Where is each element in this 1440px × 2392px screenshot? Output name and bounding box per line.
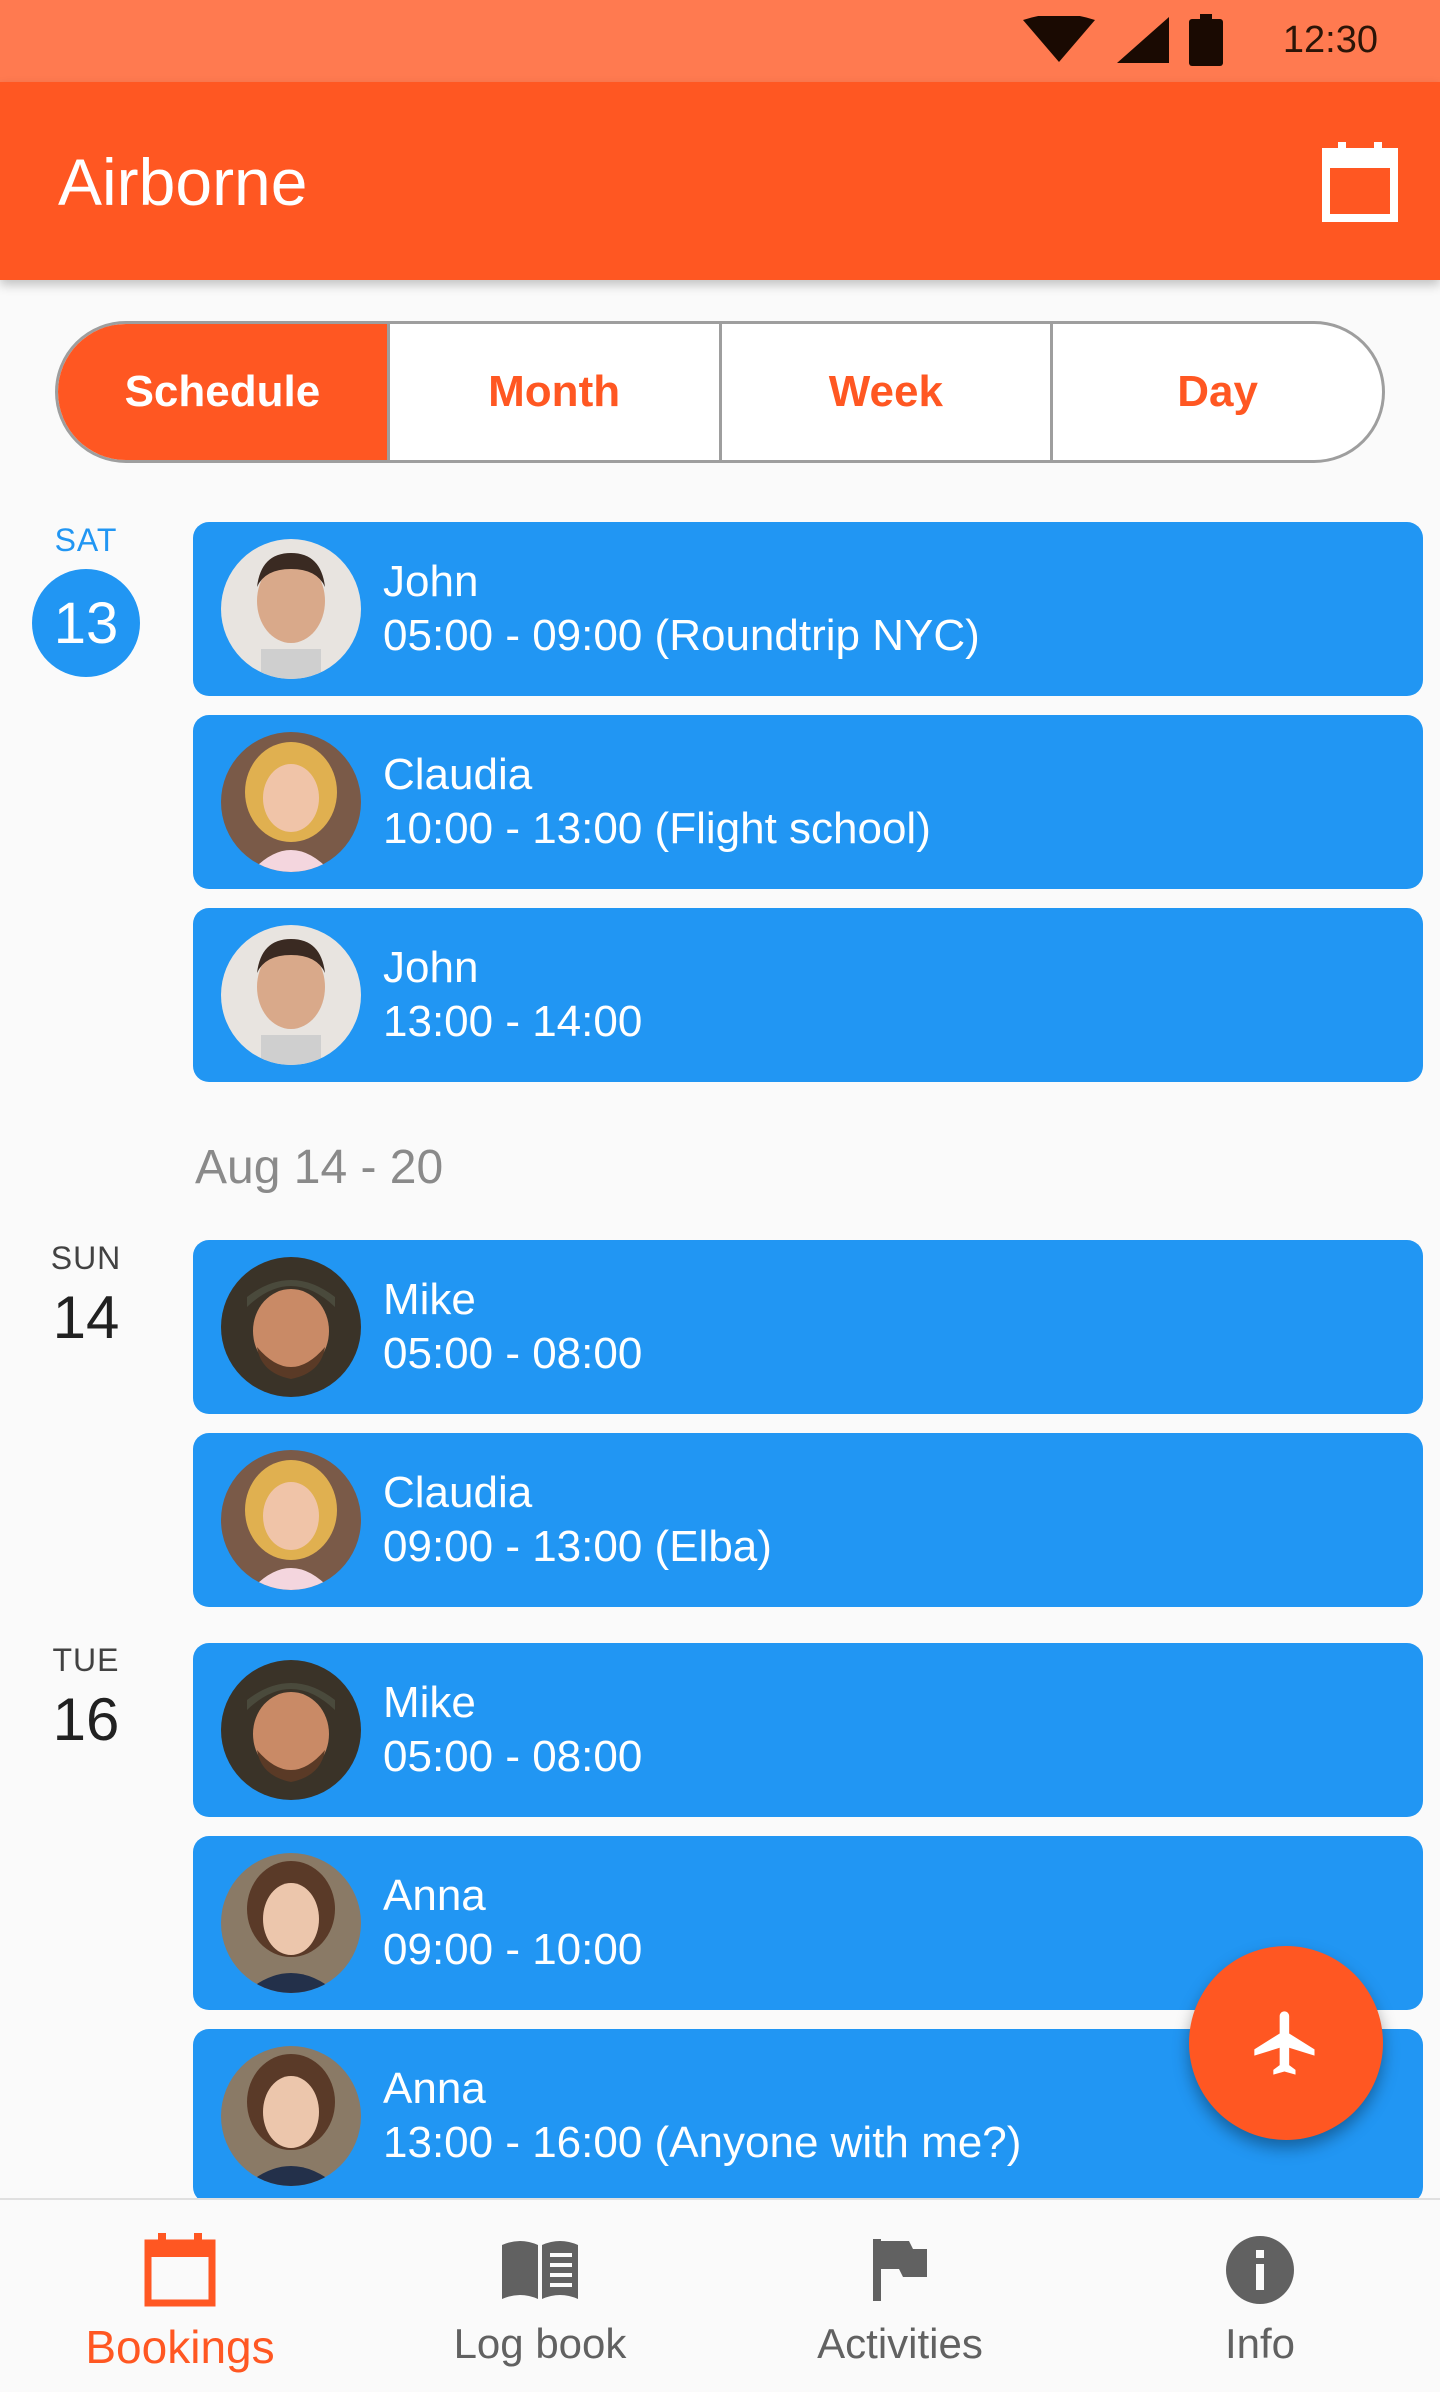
- today-circle: 13: [32, 569, 140, 677]
- event-person: Anna: [383, 2064, 486, 2113]
- event-text: Claudia 09:00 - 13:00 (Elba): [383, 1466, 772, 1574]
- avatar: [221, 1853, 361, 1993]
- flag-icon: [860, 2230, 940, 2310]
- event-person: Claudia: [383, 1468, 533, 1517]
- event-card[interactable]: Mike 05:00 - 08:00: [193, 1643, 1423, 1817]
- day-label-sat: SAT 13: [26, 522, 146, 677]
- event-card[interactable]: Claudia 10:00 - 13:00 (Flight school): [193, 715, 1423, 889]
- event-time: 13:00 - 14:00: [383, 997, 643, 1046]
- day-number: 16: [52, 1686, 120, 1753]
- event-time: 09:00 - 10:00: [383, 1925, 643, 1974]
- avatar: [221, 2046, 361, 2186]
- event-time: 09:00 - 13:00 (Elba): [383, 1522, 772, 1571]
- status-bar: 12:30: [0, 0, 1440, 82]
- event-person: Mike: [383, 1275, 476, 1324]
- avatar: [221, 539, 361, 679]
- event-time: 05:00 - 08:00: [383, 1329, 643, 1378]
- event-card[interactable]: John 05:00 - 09:00 (Roundtrip NYC): [193, 522, 1423, 696]
- event-text: John 13:00 - 14:00: [383, 941, 642, 1049]
- new-booking-fab[interactable]: [1189, 1946, 1383, 2140]
- nav-label: Activities: [817, 2320, 983, 2367]
- event-person: Anna: [383, 1871, 486, 1920]
- nav-bookings[interactable]: Bookings: [0, 2200, 360, 2392]
- event-text: Claudia 10:00 - 13:00 (Flight school): [383, 748, 931, 856]
- event-person: John: [383, 557, 479, 606]
- airplane-icon: [1254, 2011, 1315, 2075]
- event-time: 10:00 - 13:00 (Flight school): [383, 804, 931, 853]
- view-segmented-control: Schedule Month Week Day: [55, 321, 1385, 463]
- signal-icon: [1116, 17, 1169, 63]
- nav-log-book[interactable]: Log book: [360, 2200, 720, 2392]
- day-number: 14: [52, 1284, 120, 1351]
- event-person: Mike: [383, 1678, 476, 1727]
- avatar: [221, 1450, 361, 1590]
- info-icon: [1220, 2230, 1300, 2310]
- nav-label: Bookings: [85, 2321, 275, 2373]
- week-header: Aug 14 - 20: [195, 1141, 444, 1194]
- day-name: SAT: [54, 522, 118, 558]
- calendar-icon: [140, 2230, 220, 2310]
- avatar: [221, 1257, 361, 1397]
- segment-week[interactable]: Week: [718, 324, 1051, 460]
- event-time: 05:00 - 09:00 (Roundtrip NYC): [383, 611, 980, 660]
- segment-month[interactable]: Month: [386, 324, 719, 460]
- book-icon: [500, 2230, 580, 2310]
- app-bar: Airborne: [0, 82, 1440, 280]
- calendar-icon: [1322, 142, 1398, 222]
- status-time: 12:30: [1282, 18, 1378, 61]
- event-card[interactable]: Mike 05:00 - 08:00: [193, 1240, 1423, 1414]
- day-name: TUE: [52, 1642, 120, 1678]
- avatar: [221, 925, 361, 1065]
- event-person: Claudia: [383, 750, 533, 799]
- event-text: Anna 13:00 - 16:00 (Anyone with me?): [383, 2062, 1021, 2170]
- event-text: Anna 09:00 - 10:00: [383, 1869, 642, 1977]
- day-name: SUN: [50, 1240, 122, 1276]
- segment-day[interactable]: Day: [1050, 324, 1382, 460]
- app-title: Airborne: [58, 145, 308, 219]
- event-time: 05:00 - 08:00: [383, 1732, 643, 1781]
- status-icons: 12:30: [1021, 14, 1378, 66]
- event-text: John 05:00 - 09:00 (Roundtrip NYC): [383, 555, 980, 663]
- calendar-button[interactable]: [1318, 140, 1402, 224]
- event-card[interactable]: Claudia 09:00 - 13:00 (Elba): [193, 1433, 1423, 1607]
- event-person: John: [383, 943, 479, 992]
- battery-icon: [1188, 14, 1223, 66]
- avatar: [221, 732, 361, 872]
- nav-label: Log book: [453, 2320, 627, 2367]
- event-time: 13:00 - 16:00 (Anyone with me?): [383, 2118, 1022, 2167]
- segment-schedule[interactable]: Schedule: [58, 324, 387, 460]
- day-label-sun: SUN 14: [26, 1240, 146, 1352]
- nav-activities[interactable]: Activities: [720, 2200, 1080, 2392]
- event-card[interactable]: John 13:00 - 14:00: [193, 908, 1423, 1082]
- schedule-list[interactable]: SAT 13 John 05:00 - 09:00 (Roundtrip NYC…: [0, 500, 1440, 2198]
- bottom-navigation: Bookings Log book Activities Info: [0, 2198, 1440, 2392]
- day-label-tue: TUE 16: [26, 1642, 146, 1754]
- nav-info[interactable]: Info: [1080, 2200, 1440, 2392]
- nav-label: Info: [1224, 2320, 1296, 2367]
- event-text: Mike 05:00 - 08:00: [383, 1273, 642, 1381]
- wifi-icon: [1022, 16, 1095, 62]
- event-text: Mike 05:00 - 08:00: [383, 1676, 642, 1784]
- avatar: [221, 1660, 361, 1800]
